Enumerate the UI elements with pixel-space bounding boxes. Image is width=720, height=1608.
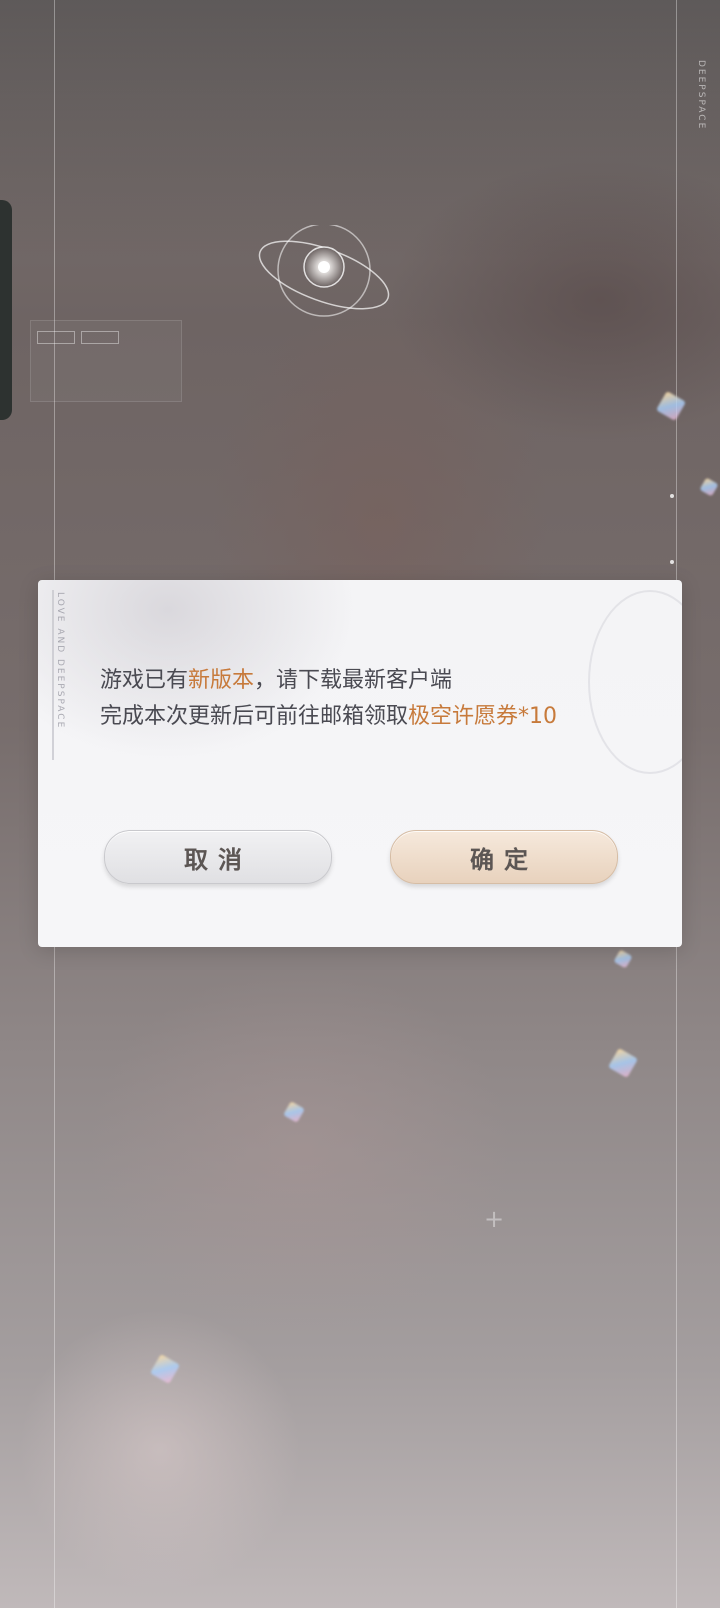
message-highlight: 极空许愿券	[408, 704, 519, 729]
confirm-button[interactable]: 确定	[390, 830, 618, 884]
deco-chip	[81, 331, 119, 344]
confirm-button-label: 确定	[470, 844, 538, 874]
message-line-2: 完成本次更新后可前往邮箱领取极空许愿券*10	[100, 699, 652, 735]
sparkle	[670, 494, 674, 498]
background-shade	[0, 0, 720, 260]
plus-icon: +	[484, 1205, 505, 1233]
cancel-button[interactable]: 取消	[104, 830, 332, 884]
deepspace-logo-text: DEEPSPACE	[696, 60, 706, 131]
dialog-rule	[52, 590, 54, 760]
cancel-button-label: 取消	[184, 844, 252, 874]
message-line-1: 游戏已有新版本，请下载最新客户端	[100, 663, 652, 699]
message-text: 游戏已有	[100, 668, 189, 693]
deco-panel	[30, 320, 182, 402]
dialog-side-text: LOVE AND DEEPSPACE	[55, 592, 65, 730]
update-dialog: LOVE AND DEEPSPACE 游戏已有新版本，请下载最新客户端 完成本次…	[38, 580, 682, 947]
message-text: ，请下载最新客户端	[254, 668, 453, 693]
dialog-message: 游戏已有新版本，请下载最新客户端 完成本次更新后可前往邮箱领取极空许愿券*10	[100, 663, 652, 735]
message-highlight: *10	[518, 704, 558, 729]
message-highlight: 新版本	[188, 668, 255, 693]
message-text: 完成本次更新后可前往邮箱领取	[100, 704, 409, 729]
side-handle[interactable]	[0, 200, 12, 420]
deco-chip	[37, 331, 75, 344]
sparkle	[670, 560, 674, 564]
planet-icon	[258, 225, 390, 317]
